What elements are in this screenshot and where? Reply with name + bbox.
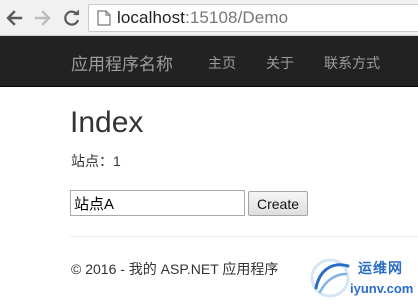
page-icon [97,10,111,26]
reload-icon [64,9,80,26]
footer-copyright: © 2016 - 我的 ASP.NET 应用程序 [71,261,279,277]
reload-button[interactable] [62,8,82,28]
watermark-text-cn: 运维网 [358,260,403,276]
site-name-input[interactable] [70,190,245,216]
create-button[interactable]: Create [248,191,308,216]
url-path: :15108/Demo [185,8,289,27]
arrow-left-icon [6,10,23,26]
footer-divider [70,236,418,237]
watermark-logo [306,252,354,304]
nav-link-contact[interactable]: 联系方式 [324,53,380,73]
browser-toolbar: localhost:15108/Demo [0,0,418,36]
nav-link-home[interactable]: 主页 [208,53,236,73]
app-navbar: 应用程序名称 主页 关于 联系方式 [0,36,418,87]
forward-button[interactable] [33,8,53,28]
arrow-right-icon [34,10,51,26]
page-title: Index [70,106,144,139]
url-host: localhost [117,8,185,27]
nav-link-about[interactable]: 关于 [266,53,294,73]
address-bar[interactable]: localhost:15108/Demo [88,4,418,32]
watermark-text-en: iyunv.com [350,281,414,296]
site-count-label: 站点：1 [71,153,121,169]
back-button[interactable] [4,8,24,28]
url-text: localhost:15108/Demo [117,8,288,28]
navbar-brand[interactable]: 应用程序名称 [71,50,173,75]
